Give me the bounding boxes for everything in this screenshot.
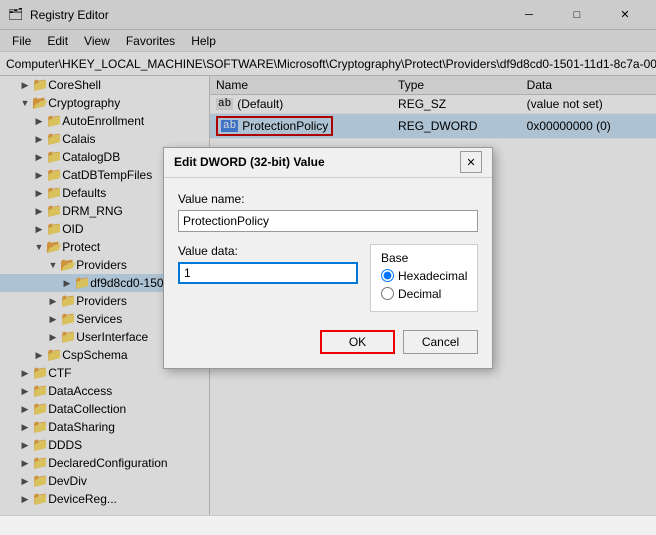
value-name-input[interactable] — [178, 210, 478, 232]
base-group: Base Hexadecimal Decimal — [370, 244, 478, 312]
modal-overlay: Edit DWORD (32-bit) Value ✕ Value name: … — [0, 0, 656, 515]
status-bar — [0, 515, 656, 535]
value-data-label: Value data: — [178, 244, 358, 258]
cancel-button[interactable]: Cancel — [403, 330, 478, 354]
modal-close-button[interactable]: ✕ — [460, 151, 482, 173]
modal-title: Edit DWORD (32-bit) Value — [174, 155, 460, 169]
dec-radio-label[interactable]: Decimal — [381, 287, 467, 301]
value-data-input[interactable] — [178, 262, 358, 284]
hex-radio-label[interactable]: Hexadecimal — [381, 269, 467, 283]
modal-body: Value name: Value data: Base Hexadecimal… — [164, 178, 492, 322]
hex-radio-text: Hexadecimal — [398, 269, 467, 283]
edit-dword-dialog: Edit DWORD (32-bit) Value ✕ Value name: … — [163, 147, 493, 369]
modal-title-bar: Edit DWORD (32-bit) Value ✕ — [164, 148, 492, 178]
hex-radio[interactable] — [381, 269, 394, 282]
modal-row: Value data: Base Hexadecimal Decimal — [178, 244, 478, 312]
value-data-section: Value data: — [178, 244, 358, 284]
modal-footer: OK Cancel — [164, 322, 492, 368]
value-name-label: Value name: — [178, 192, 478, 206]
dec-radio-text: Decimal — [398, 287, 441, 301]
ok-button[interactable]: OK — [320, 330, 395, 354]
dec-radio[interactable] — [381, 287, 394, 300]
base-label: Base — [381, 251, 467, 265]
